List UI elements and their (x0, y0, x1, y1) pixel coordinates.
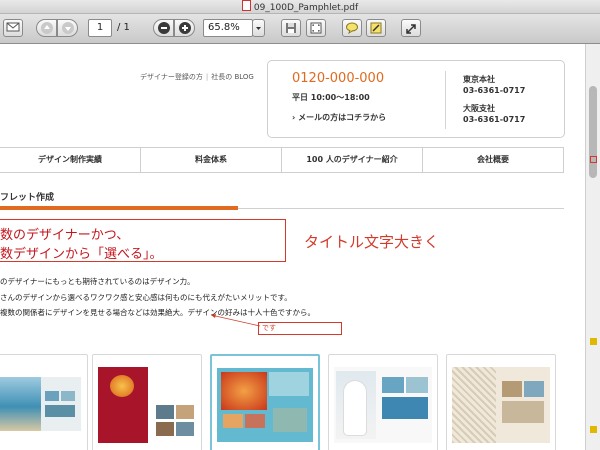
page-total-label: / 1 (117, 22, 130, 33)
contact-box: 0120-000-000 平日 10:00～18:00 › メールの方はコチラか… (267, 60, 565, 138)
mail-icon[interactable] (3, 19, 23, 37)
contact-hours: 平日 10:00～18:00 (292, 93, 370, 102)
nav-item-works[interactable]: デザイン制作実績 (0, 148, 140, 172)
heading-rule (238, 208, 564, 209)
fullscreen-icon[interactable] (401, 19, 421, 37)
comment-marker-icon[interactable] (590, 338, 597, 345)
body-line-2: さんのデザインから選べるワクワク感と安心感は何ものにも代えがたいメリットです。 (0, 293, 292, 302)
pamphlet-thumbnail-2[interactable] (92, 354, 202, 450)
nav-item-designers[interactable]: 100 人のデザイナー紹介 (281, 148, 422, 172)
save-icon[interactable] (281, 19, 301, 37)
toolbar: 1 / 1 65.8% (0, 14, 600, 44)
nav-item-company[interactable]: 会社概要 (422, 148, 563, 172)
contact-divider (445, 71, 446, 129)
heading-accent-bar (0, 206, 238, 210)
office-tokyo: 東京本社 03-6361-0717 (463, 74, 525, 96)
comment-marker-icon[interactable] (590, 426, 597, 433)
zoom-in-icon[interactable] (174, 19, 195, 37)
page-down-icon[interactable] (57, 19, 78, 37)
annotation-note-small[interactable]: です (258, 322, 342, 335)
fit-page-icon[interactable] (306, 19, 326, 37)
headline-line-1: 数のデザイナーかつ、 (0, 228, 130, 243)
contact-phone: 0120-000-000 (292, 71, 385, 86)
office-osaka-tel: 03-6361-0717 (463, 115, 526, 124)
pamphlet-thumbnail-4[interactable] (328, 354, 438, 450)
annotation-note-large[interactable]: タイトル文字大きく (304, 231, 439, 252)
designer-registration-link[interactable]: デザイナー登録の方 (140, 73, 203, 81)
office-tokyo-name: 東京本社 (463, 75, 495, 84)
top-links: デザイナー登録の方 | 社長の BLOG (140, 73, 254, 81)
pamphlet-thumbnail-5[interactable] (446, 354, 556, 450)
vertical-scrollbar[interactable] (585, 44, 600, 450)
nav-item-pricing[interactable]: 料金体系 (140, 148, 281, 172)
section-heading: フレット作成 (0, 193, 55, 203)
pdf-file-icon (241, 0, 251, 11)
headline-line-2: 数デザインから「選べる」。 (0, 247, 163, 262)
zoom-dropdown-chevron-icon[interactable] (252, 19, 265, 37)
office-tokyo-tel: 03-6361-0717 (463, 86, 526, 95)
window-title-bar: 09_100D_Pamphlet.pdf (0, 0, 600, 14)
annotate-icon[interactable] (366, 19, 386, 37)
office-osaka-name: 大阪支社 (463, 104, 495, 113)
zoom-level-select[interactable]: 65.8% (203, 19, 253, 37)
body-line-3: 複数の関係者にデザインを見せる場合などは効果絶大。デザインの好みは十人十色ですか… (0, 308, 315, 317)
window-title: 09_100D_Pamphlet.pdf (253, 3, 359, 13)
scrollbar-thumb[interactable] (589, 86, 597, 178)
page-up-icon[interactable] (36, 19, 57, 37)
pamphlet-thumbnail-1[interactable] (0, 354, 88, 450)
pdf-page[interactable]: デザイナー登録の方 | 社長の BLOG 0120-000-000 平日 10:00… (0, 44, 585, 450)
comment-icon[interactable] (342, 19, 362, 37)
zoom-out-icon[interactable] (153, 19, 174, 37)
body-line-1: のデザイナーにもっとも期待されているのはデザイン力。 (0, 277, 195, 286)
contact-mail-link[interactable]: › メールの方はコチラから (292, 112, 386, 123)
annotation-arrow (210, 314, 261, 327)
pamphlet-thumbnail-3[interactable] (210, 354, 320, 450)
president-blog-link[interactable]: 社長の BLOG (211, 73, 254, 81)
office-osaka: 大阪支社 03-6361-0717 (463, 103, 525, 125)
main-nav: デザイン制作実績 料金体系 100 人のデザイナー紹介 会社概要 (0, 147, 564, 173)
page-number-input[interactable]: 1 (88, 19, 112, 37)
annotation-marker-icon[interactable] (590, 156, 597, 163)
